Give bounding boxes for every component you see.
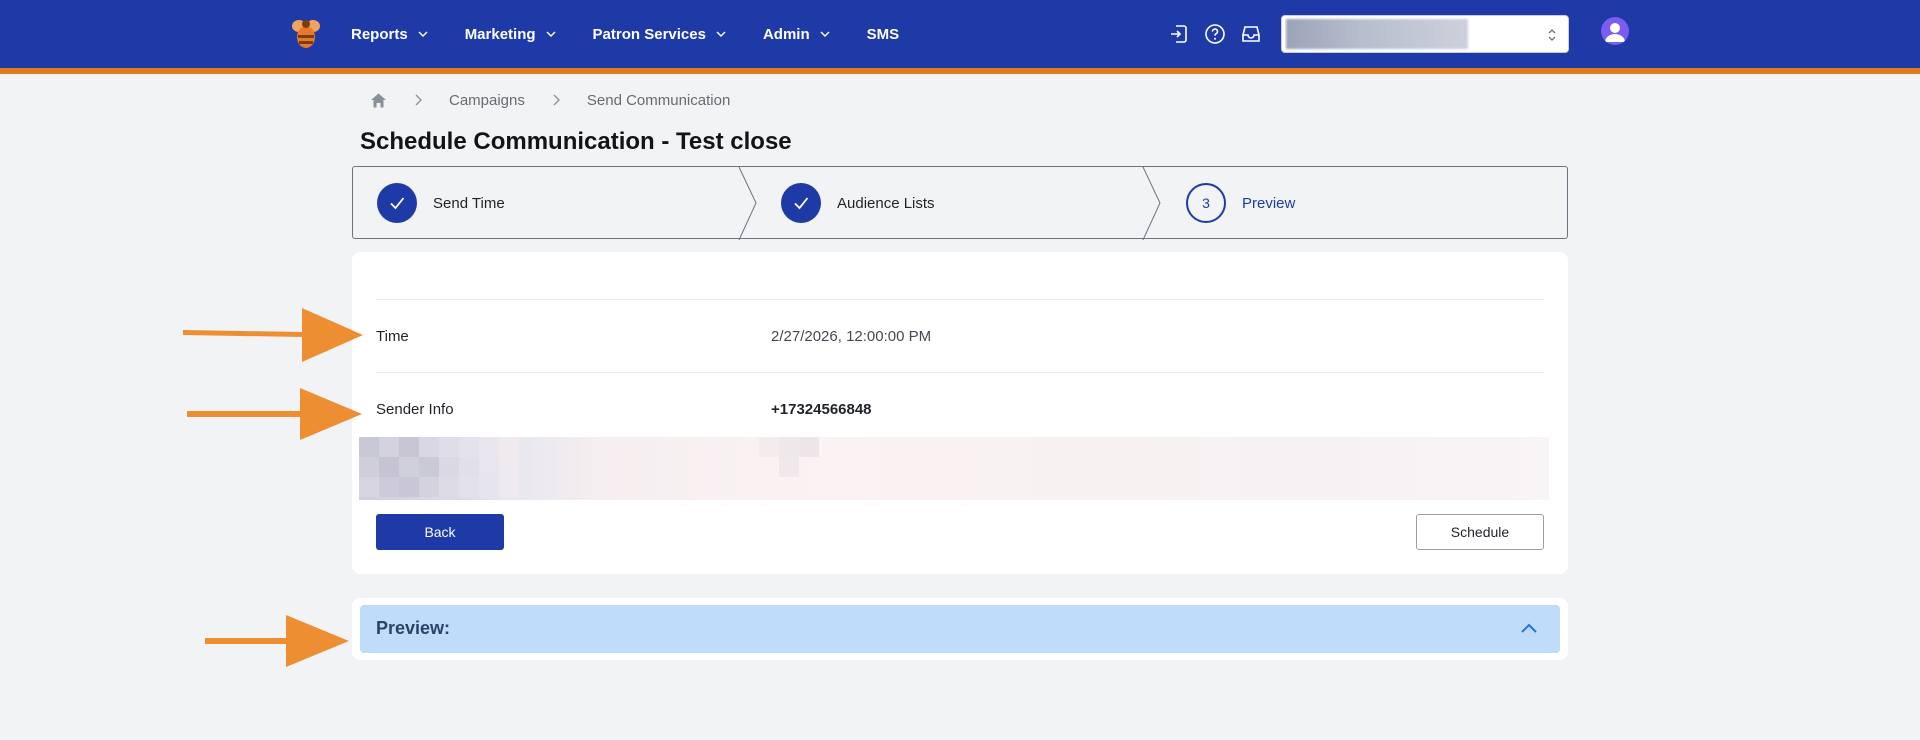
step-preview[interactable]: 3 Preview [1186,183,1295,223]
step-label: Audience Lists [837,194,935,212]
sender-info-label: Sender Info [376,401,454,418]
main-nav: Reports Marketing Patron Services Admin … [351,0,935,68]
step-label: Send Time [433,194,505,212]
breadcrumb-chevron-icon [553,94,560,106]
nav-sms[interactable]: SMS [867,26,900,43]
checkmark-icon [390,197,405,210]
annotation-arrow-time [183,308,363,362]
inbox-icon[interactable] [1239,22,1263,46]
schedule-button[interactable]: Schedule [1416,514,1544,550]
breadcrumb-campaigns[interactable]: Campaigns [449,92,525,109]
page-title: Schedule Communication - Test close [360,128,792,155]
step-send-time[interactable]: Send Time [377,183,505,223]
header-icons [1167,22,1263,46]
breadcrumb-chevron-icon [415,94,422,106]
user-avatar[interactable] [1601,17,1629,45]
nav-reports[interactable]: Reports [351,26,429,43]
home-icon[interactable] [370,92,387,109]
navbar-accent-stripe [0,68,1920,74]
chevron-down-icon [716,31,726,37]
breadcrumb: Campaigns Send Communication [370,90,730,110]
step-label: Preview [1242,194,1296,212]
nav-patron-services-label: Patron Services [592,25,706,43]
chevron-down-icon [820,31,830,37]
select-updown-icon [1548,29,1556,41]
chevron-up-icon[interactable] [1520,621,1538,635]
user-icon [1605,23,1625,42]
nav-admin-label: Admin [762,25,810,43]
nav-marketing-label: Marketing [464,25,536,43]
schedule-details-card: Time 2/27/2026, 12:00:00 PM Sender Info … [352,252,1568,574]
nav-marketing[interactable]: Marketing [465,26,557,43]
row-divider [376,372,1544,373]
chevron-down-icon [418,31,428,37]
time-label: Time [376,328,409,345]
sender-info-value: +17324566848 [771,401,872,418]
help-icon[interactable] [1203,22,1227,46]
organization-select[interactable] [1281,15,1569,53]
preview-accordion-header[interactable]: Preview: [360,605,1560,653]
step-complete-indicator [781,183,821,223]
progress-stepper: Send Time Audience Lists 3 Preview [352,166,1568,240]
time-value: 2/27/2026, 12:00:00 PM [771,328,932,345]
annotation-arrow-preview [205,615,349,667]
back-button[interactable]: Back [376,514,504,550]
step-complete-indicator [377,183,417,223]
nav-reports-label: Reports [351,25,408,43]
chevron-down-icon [546,31,556,37]
row-divider [376,299,1544,300]
redacted-content-block [359,437,1549,500]
preview-title: Preview: [376,618,451,638]
stepper-dividers [738,167,1161,240]
breadcrumb-current: Send Communication [586,91,731,109]
nav-admin[interactable]: Admin [763,26,831,43]
sign-out-icon[interactable] [1167,22,1191,46]
preview-accordion: Preview: [352,598,1568,660]
checkmark-icon [794,197,809,210]
nav-sms-label: SMS [866,25,900,43]
redacted-org-name [1286,19,1468,49]
bee-logo-icon[interactable] [288,15,324,51]
nav-patron-services[interactable]: Patron Services [593,26,727,43]
top-navbar: Reports Marketing Patron Services Admin … [0,0,1920,68]
annotation-arrow-sender-info [187,388,362,440]
step-audience-lists[interactable]: Audience Lists [781,183,935,223]
step-number-indicator: 3 [1186,183,1226,223]
